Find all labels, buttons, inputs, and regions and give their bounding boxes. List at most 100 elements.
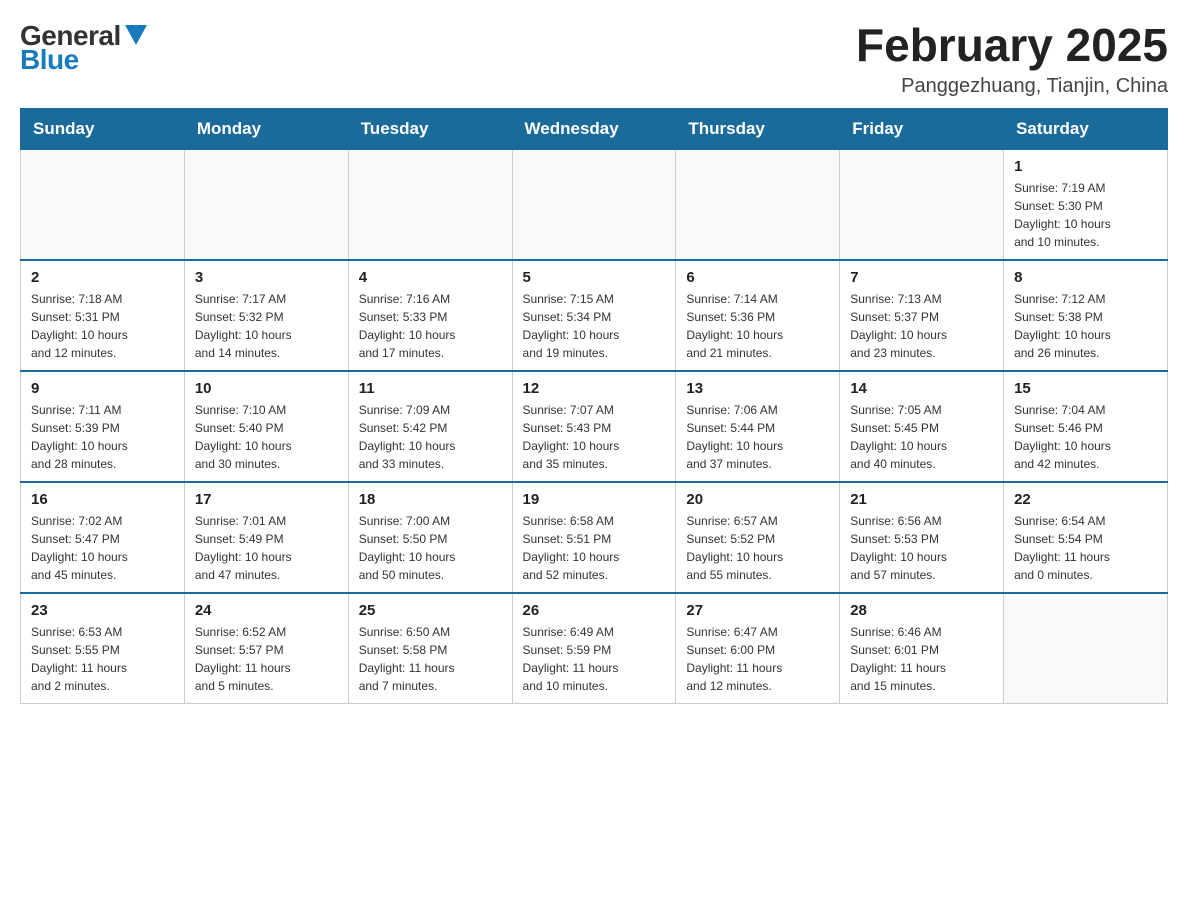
day-info: Sunrise: 7:16 AM Sunset: 5:33 PM Dayligh… xyxy=(359,290,502,362)
day-info: Sunrise: 6:57 AM Sunset: 5:52 PM Dayligh… xyxy=(686,512,829,584)
day-number: 20 xyxy=(686,491,829,508)
title-section: February 2025 Panggezhuang, Tianjin, Chi… xyxy=(856,20,1168,98)
day-info: Sunrise: 7:00 AM Sunset: 5:50 PM Dayligh… xyxy=(359,512,502,584)
day-info: Sunrise: 6:50 AM Sunset: 5:58 PM Dayligh… xyxy=(359,623,502,695)
calendar-week-row: 9 Sunrise: 7:11 AM Sunset: 5:39 PM Daylig… xyxy=(21,371,1168,482)
calendar-header-row: SundayMondayTuesdayWednesdayThursdayFrid… xyxy=(21,108,1168,149)
calendar-week-row: 2 Sunrise: 7:18 AM Sunset: 5:31 PM Daylig… xyxy=(21,260,1168,371)
calendar-header-sunday: Sunday xyxy=(21,108,185,149)
calendar-cell: 7Sunrise: 7:13 AM Sunset: 5:37 PM Daylig… xyxy=(840,260,1004,371)
calendar-cell: 26 Sunrise: 6:49 AM Sunset: 5:59 PM Dayli… xyxy=(512,593,676,704)
calendar-cell: 27 Sunrise: 6:47 AM Sunset: 6:00 PM Dayli… xyxy=(676,593,840,704)
calendar-cell: 20 Sunrise: 6:57 AM Sunset: 5:52 PM Dayli… xyxy=(676,482,840,593)
calendar-cell xyxy=(512,149,676,260)
day-number: 17 xyxy=(195,491,338,508)
calendar-cell: 8 Sunrise: 7:12 AM Sunset: 5:38 PM Daylig… xyxy=(1004,260,1168,371)
day-number: 26 xyxy=(523,602,666,619)
calendar-cell: 5 Sunrise: 7:15 AM Sunset: 5:34 PM Daylig… xyxy=(512,260,676,371)
day-number: 19 xyxy=(523,491,666,508)
day-number: 15 xyxy=(1014,380,1157,397)
calendar-header-tuesday: Tuesday xyxy=(348,108,512,149)
calendar-header-saturday: Saturday xyxy=(1004,108,1168,149)
logo-arrow-icon xyxy=(125,25,147,45)
calendar-cell: 28 Sunrise: 6:46 AM Sunset: 6:01 PM Dayli… xyxy=(840,593,1004,704)
day-info: Sunrise: 7:04 AM Sunset: 5:46 PM Dayligh… xyxy=(1014,401,1157,473)
calendar-cell xyxy=(184,149,348,260)
day-info: Sunrise: 7:05 AM Sunset: 5:45 PM Dayligh… xyxy=(850,401,993,473)
day-info: Sunrise: 7:10 AM Sunset: 5:40 PM Dayligh… xyxy=(195,401,338,473)
day-number: 10 xyxy=(195,380,338,397)
day-info: Sunrise: 7:15 AM Sunset: 5:34 PM Dayligh… xyxy=(523,290,666,362)
day-info: Sunrise: 7:19 AM Sunset: 5:30 PM Dayligh… xyxy=(1014,179,1157,251)
day-info: Sunrise: 7:07 AM Sunset: 5:43 PM Dayligh… xyxy=(523,401,666,473)
day-info: Sunrise: 7:14 AM Sunset: 5:36 PM Dayligh… xyxy=(686,290,829,362)
logo: General Blue xyxy=(20,20,147,76)
calendar-cell: 10 Sunrise: 7:10 AM Sunset: 5:40 PM Dayli… xyxy=(184,371,348,482)
day-number: 23 xyxy=(31,602,174,619)
day-number: 12 xyxy=(523,380,666,397)
logo-blue-text: Blue xyxy=(20,44,79,76)
day-number: 6 xyxy=(686,269,829,286)
day-number: 7 xyxy=(850,269,993,286)
calendar-cell: 3Sunrise: 7:17 AM Sunset: 5:32 PM Daylig… xyxy=(184,260,348,371)
calendar-week-row: 1 Sunrise: 7:19 AM Sunset: 5:30 PM Daylig… xyxy=(21,149,1168,260)
calendar-cell: 17 Sunrise: 7:01 AM Sunset: 5:49 PM Dayli… xyxy=(184,482,348,593)
day-number: 27 xyxy=(686,602,829,619)
calendar-cell: 11Sunrise: 7:09 AM Sunset: 5:42 PM Dayli… xyxy=(348,371,512,482)
calendar-cell xyxy=(21,149,185,260)
calendar-cell xyxy=(1004,593,1168,704)
day-info: Sunrise: 7:11 AM Sunset: 5:39 PM Dayligh… xyxy=(31,401,174,473)
day-number: 21 xyxy=(850,491,993,508)
calendar-cell: 19Sunrise: 6:58 AM Sunset: 5:51 PM Dayli… xyxy=(512,482,676,593)
calendar-cell: 24 Sunrise: 6:52 AM Sunset: 5:57 PM Dayli… xyxy=(184,593,348,704)
calendar-header-wednesday: Wednesday xyxy=(512,108,676,149)
calendar-cell: 25 Sunrise: 6:50 AM Sunset: 5:58 PM Dayli… xyxy=(348,593,512,704)
day-info: Sunrise: 6:49 AM Sunset: 5:59 PM Dayligh… xyxy=(523,623,666,695)
day-info: Sunrise: 6:56 AM Sunset: 5:53 PM Dayligh… xyxy=(850,512,993,584)
calendar-cell: 15 Sunrise: 7:04 AM Sunset: 5:46 PM Dayli… xyxy=(1004,371,1168,482)
day-number: 28 xyxy=(850,602,993,619)
day-info: Sunrise: 6:47 AM Sunset: 6:00 PM Dayligh… xyxy=(686,623,829,695)
month-title: February 2025 xyxy=(856,20,1168,71)
day-info: Sunrise: 7:18 AM Sunset: 5:31 PM Dayligh… xyxy=(31,290,174,362)
calendar-cell: 6 Sunrise: 7:14 AM Sunset: 5:36 PM Daylig… xyxy=(676,260,840,371)
calendar-cell: 1 Sunrise: 7:19 AM Sunset: 5:30 PM Daylig… xyxy=(1004,149,1168,260)
calendar-cell xyxy=(840,149,1004,260)
location: Panggezhuang, Tianjin, China xyxy=(856,75,1168,98)
day-number: 18 xyxy=(359,491,502,508)
calendar-cell: 12 Sunrise: 7:07 AM Sunset: 5:43 PM Dayli… xyxy=(512,371,676,482)
day-info: Sunrise: 6:46 AM Sunset: 6:01 PM Dayligh… xyxy=(850,623,993,695)
day-info: Sunrise: 7:01 AM Sunset: 5:49 PM Dayligh… xyxy=(195,512,338,584)
day-info: Sunrise: 7:12 AM Sunset: 5:38 PM Dayligh… xyxy=(1014,290,1157,362)
calendar-week-row: 16 Sunrise: 7:02 AM Sunset: 5:47 PM Dayli… xyxy=(21,482,1168,593)
calendar-week-row: 23 Sunrise: 6:53 AM Sunset: 5:55 PM Dayli… xyxy=(21,593,1168,704)
calendar-cell: 14Sunrise: 7:05 AM Sunset: 5:45 PM Dayli… xyxy=(840,371,1004,482)
calendar-header-thursday: Thursday xyxy=(676,108,840,149)
calendar-cell: 18 Sunrise: 7:00 AM Sunset: 5:50 PM Dayli… xyxy=(348,482,512,593)
day-number: 13 xyxy=(686,380,829,397)
day-number: 9 xyxy=(31,380,174,397)
day-number: 4 xyxy=(359,269,502,286)
day-number: 2 xyxy=(31,269,174,286)
calendar-cell: 16 Sunrise: 7:02 AM Sunset: 5:47 PM Dayli… xyxy=(21,482,185,593)
day-number: 1 xyxy=(1014,158,1157,175)
calendar-cell: 23 Sunrise: 6:53 AM Sunset: 5:55 PM Dayli… xyxy=(21,593,185,704)
calendar-cell: 2 Sunrise: 7:18 AM Sunset: 5:31 PM Daylig… xyxy=(21,260,185,371)
day-number: 5 xyxy=(523,269,666,286)
day-number: 24 xyxy=(195,602,338,619)
calendar-cell xyxy=(348,149,512,260)
calendar-header-friday: Friday xyxy=(840,108,1004,149)
calendar-cell: 21 Sunrise: 6:56 AM Sunset: 5:53 PM Dayli… xyxy=(840,482,1004,593)
day-info: Sunrise: 6:52 AM Sunset: 5:57 PM Dayligh… xyxy=(195,623,338,695)
day-number: 16 xyxy=(31,491,174,508)
day-info: Sunrise: 7:09 AM Sunset: 5:42 PM Dayligh… xyxy=(359,401,502,473)
day-info: Sunrise: 7:17 AM Sunset: 5:32 PM Dayligh… xyxy=(195,290,338,362)
calendar-cell: 13Sunrise: 7:06 AM Sunset: 5:44 PM Dayli… xyxy=(676,371,840,482)
page-header: General Blue February 2025 Panggezhuang,… xyxy=(20,20,1168,98)
day-number: 8 xyxy=(1014,269,1157,286)
day-number: 25 xyxy=(359,602,502,619)
calendar-cell: 9 Sunrise: 7:11 AM Sunset: 5:39 PM Daylig… xyxy=(21,371,185,482)
day-info: Sunrise: 6:54 AM Sunset: 5:54 PM Dayligh… xyxy=(1014,512,1157,584)
day-info: Sunrise: 7:02 AM Sunset: 5:47 PM Dayligh… xyxy=(31,512,174,584)
day-info: Sunrise: 6:53 AM Sunset: 5:55 PM Dayligh… xyxy=(31,623,174,695)
